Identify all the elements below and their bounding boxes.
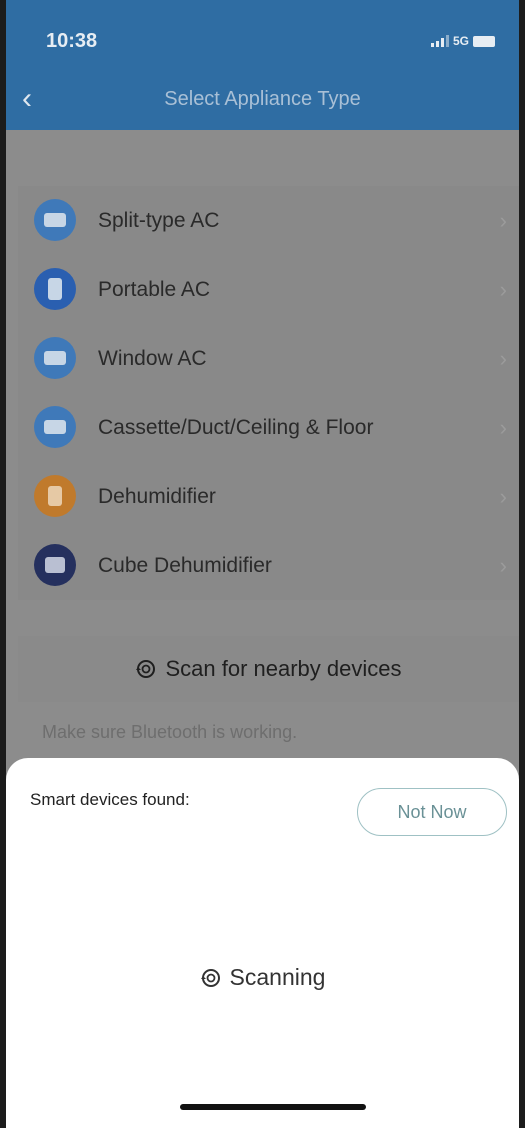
list-item-label: Split-type AC	[98, 208, 220, 232]
list-item-window-ac[interactable]: Window AC ›	[18, 324, 519, 393]
window-ac-icon	[34, 337, 76, 379]
chevron-right-icon: ›	[499, 207, 507, 233]
list-item-portable-ac[interactable]: Portable AC ›	[18, 255, 519, 324]
chevron-right-icon: ›	[499, 552, 507, 578]
list-item-label: Cube Dehumidifier	[98, 553, 272, 577]
portable-ac-icon	[34, 268, 76, 310]
scanning-indicator: Scanning	[6, 964, 519, 991]
signal-icon	[430, 35, 449, 47]
devices-found-sheet: Smart devices found: Not Now Scanning	[6, 758, 519, 1128]
scan-nearby-button[interactable]: Scan for nearby devices	[18, 636, 519, 702]
home-indicator	[180, 1104, 366, 1110]
devices-found-label: Smart devices found:	[30, 790, 190, 809]
cube-dehumidifier-icon	[34, 544, 76, 586]
split-ac-icon	[34, 199, 76, 241]
status-indicators: 5G	[430, 34, 495, 48]
loading-spinner-icon	[200, 967, 222, 989]
list-item-label: Portable AC	[98, 277, 211, 301]
network-label: 5G	[452, 34, 469, 48]
chevron-right-icon: ›	[499, 345, 507, 371]
list-item-label: Window AC	[98, 346, 207, 370]
header: 10:38 5G ‹ Select Appliance Type	[6, 0, 519, 130]
app-screen: 10:38 5G ‹ Select Appliance Type Split-t…	[0, 0, 525, 1128]
scan-label: Scan for nearby devices	[165, 656, 402, 681]
dehumidifier-icon	[34, 475, 76, 517]
battery-icon	[473, 35, 495, 47]
page-title: Select Appliance Type	[164, 88, 361, 110]
list-item-split-ac[interactable]: Split-type AC ›	[18, 186, 519, 255]
not-now-button[interactable]: Not Now	[357, 788, 507, 836]
refresh-icon	[135, 658, 157, 680]
list-item-cube-dehumidifier[interactable]: Cube Dehumidifier ›	[18, 531, 519, 600]
list-item-cassette-ac[interactable]: Cassette/Duct/Ceiling & Floor ›	[18, 393, 519, 462]
list-item-label: Dehumidifier	[98, 484, 216, 508]
list-item-dehumidifier[interactable]: Dehumidifier ›	[18, 462, 519, 531]
list-item-label: Cassette/Duct/Ceiling & Floor	[98, 415, 374, 439]
chevron-right-icon: ›	[499, 414, 507, 440]
bluetooth-hint: Make sure Bluetooth is working.	[42, 722, 298, 742]
chevron-right-icon: ›	[499, 483, 507, 509]
scanning-label: Scanning	[229, 964, 326, 990]
chevron-right-icon: ›	[499, 276, 507, 302]
appliance-list: Split-type AC › Portable AC › Window AC …	[18, 186, 519, 600]
cassette-ac-icon	[34, 406, 76, 448]
status-time: 10:38	[46, 30, 98, 52]
